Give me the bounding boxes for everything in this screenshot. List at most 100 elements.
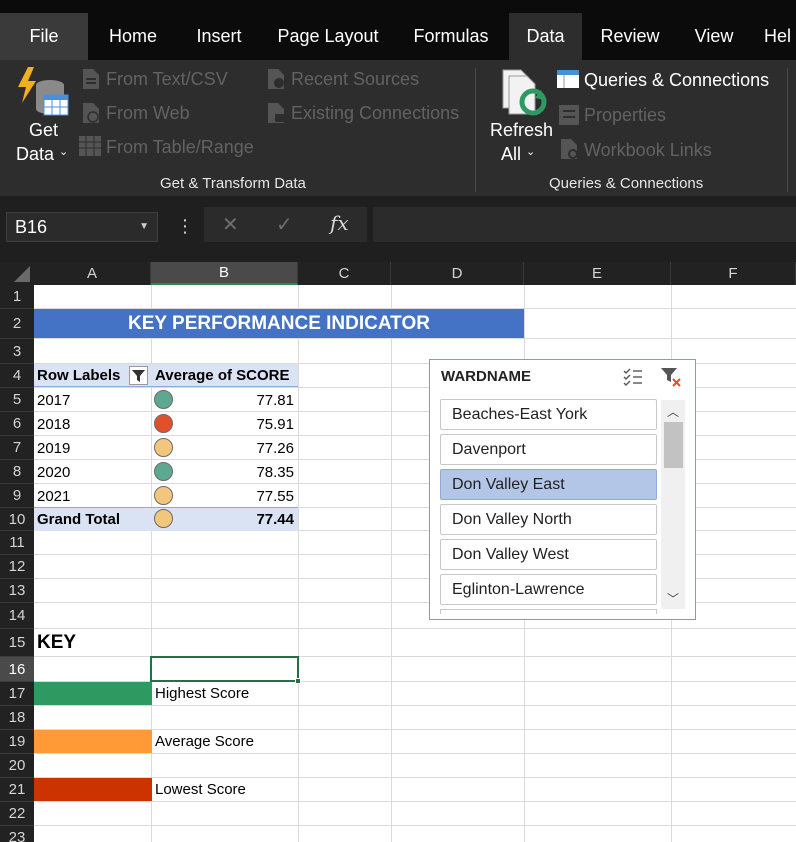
select-all-corner[interactable]	[0, 262, 34, 285]
pivot-row-label[interactable]: 2019	[37, 437, 70, 460]
column-header-f[interactable]: F	[671, 262, 796, 285]
key-title[interactable]: KEY	[37, 632, 76, 654]
get-data-icon[interactable]	[14, 65, 70, 123]
column-header-d[interactable]: D	[391, 262, 524, 285]
slicer-item[interactable]: Don Valley North	[440, 504, 657, 535]
wardname-slicer[interactable]: WARDNAME Beaches-East York Davenport Don…	[429, 359, 696, 620]
row-header-11[interactable]: 11	[0, 531, 34, 555]
row-header-19[interactable]: 19	[0, 730, 34, 754]
row-header-22[interactable]: 22	[0, 802, 34, 826]
row-header-9[interactable]: 9	[0, 484, 34, 508]
column-header-c[interactable]: C	[298, 262, 391, 285]
row-header-4[interactable]: 4	[0, 364, 34, 388]
row-header-10[interactable]: 10	[0, 508, 34, 531]
get-data-dropdown-chevron-icon[interactable]: ⌄	[59, 145, 68, 158]
refresh-all-label-1[interactable]: Refresh	[490, 120, 553, 141]
fill-handle[interactable]	[295, 678, 301, 684]
key-label-average[interactable]: Average Score	[155, 730, 254, 753]
tab-review[interactable]: Review	[592, 13, 668, 60]
slicer-item[interactable]: Don Valley West	[440, 539, 657, 570]
row-header-17[interactable]: 17	[0, 682, 34, 706]
kpi-banner[interactable]: KEY PERFORMANCE INDICATOR	[34, 309, 524, 338]
from-table-range-button[interactable]: From Table/Range	[106, 137, 254, 158]
pivot-grand-total-label[interactable]: Grand Total	[34, 507, 151, 531]
status-indicator-icon	[154, 509, 173, 528]
from-text-csv-button[interactable]: From Text/CSV	[106, 69, 228, 90]
active-cell-b16[interactable]	[150, 656, 299, 682]
key-label-highest[interactable]: Highest Score	[155, 682, 249, 705]
tab-home[interactable]: Home	[93, 13, 173, 60]
pivot-row-value[interactable]: 77.55	[151, 485, 294, 508]
formula-input[interactable]	[373, 207, 796, 242]
row-header-16[interactable]: 16	[0, 657, 34, 682]
slicer-item-selected[interactable]: Don Valley East	[440, 469, 657, 500]
row-header-15[interactable]: 15	[0, 629, 34, 657]
pivot-row-value[interactable]: 75.91	[151, 413, 294, 436]
pivot-row-label[interactable]: 2018	[37, 413, 70, 436]
refresh-all-label-2[interactable]: All	[501, 144, 521, 165]
recent-sources-button[interactable]: Recent Sources	[291, 69, 419, 90]
pivot-filter-button[interactable]	[129, 366, 148, 385]
column-header-e[interactable]: E	[524, 262, 671, 285]
column-header-b[interactable]: B	[151, 262, 298, 285]
row-header-8[interactable]: 8	[0, 460, 34, 484]
tab-help[interactable]: Hel	[764, 13, 796, 60]
enter-icon[interactable]: ✓	[276, 212, 293, 237]
get-data-label-2[interactable]: Data	[16, 144, 54, 165]
row-header-7[interactable]: 7	[0, 436, 34, 460]
name-box[interactable]: B16 ▼	[6, 212, 158, 242]
get-data-label-1[interactable]: Get	[29, 120, 58, 141]
pivot-row-label[interactable]: 2017	[37, 389, 70, 412]
row-header-13[interactable]: 13	[0, 579, 34, 603]
slicer-item[interactable]: Eglinton-Lawrence	[440, 574, 657, 605]
pivot-row-value[interactable]: 77.81	[151, 389, 294, 412]
refresh-all-icon[interactable]	[497, 68, 549, 120]
slicer-scrollbar[interactable]: ︿ ﹀	[661, 400, 685, 609]
row-header-1[interactable]: 1	[0, 285, 34, 309]
pivot-row-value[interactable]: 77.26	[151, 437, 294, 460]
scroll-thumb[interactable]	[664, 422, 683, 468]
row-header-14[interactable]: 14	[0, 603, 34, 629]
tab-data[interactable]: Data	[509, 13, 582, 60]
column-header-a[interactable]: A	[34, 262, 151, 285]
multi-select-icon[interactable]	[622, 367, 644, 387]
key-swatch-lowest[interactable]	[34, 778, 152, 801]
pivot-row-value[interactable]: 78.35	[151, 461, 294, 484]
row-header-3[interactable]: 3	[0, 339, 34, 364]
row-header-5[interactable]: 5	[0, 388, 34, 412]
insert-function-icon[interactable]: fx	[330, 211, 349, 235]
slicer-item[interactable]: Davenport	[440, 434, 657, 465]
tab-insert[interactable]: Insert	[183, 13, 255, 60]
slicer-item[interactable]: Beaches-East York	[440, 399, 657, 430]
scroll-up-icon[interactable]: ︿	[667, 403, 679, 420]
row-header-20[interactable]: 20	[0, 754, 34, 778]
scroll-down-icon[interactable]: ﹀	[667, 590, 679, 607]
workbook-links-button[interactable]: Workbook Links	[584, 140, 712, 161]
row-header-6[interactable]: 6	[0, 412, 34, 436]
properties-button[interactable]: Properties	[584, 105, 666, 126]
tab-view[interactable]: View	[684, 13, 744, 60]
key-label-lowest[interactable]: Lowest Score	[155, 778, 246, 801]
key-swatch-average[interactable]	[34, 730, 152, 753]
pivot-grand-total-value[interactable]: 77.44	[151, 507, 298, 531]
tab-page-layout[interactable]: Page Layout	[268, 13, 388, 60]
row-header-2[interactable]: 2	[0, 309, 34, 339]
row-header-18[interactable]: 18	[0, 706, 34, 730]
row-header-21[interactable]: 21	[0, 778, 34, 802]
queries-connections-button[interactable]: Queries & Connections	[584, 70, 769, 91]
cancel-icon[interactable]: ✕	[222, 212, 239, 237]
refresh-dropdown-chevron-icon[interactable]: ⌄	[526, 145, 535, 158]
pivot-header-average-score[interactable]: Average of SCORE	[151, 364, 298, 387]
pivot-row-label[interactable]: 2020	[37, 461, 70, 484]
more-options-icon[interactable]: ⋮	[176, 216, 194, 237]
from-web-button[interactable]: From Web	[106, 103, 190, 124]
clear-filter-icon[interactable]	[660, 366, 682, 388]
pivot-row-label[interactable]: 2021	[37, 485, 70, 508]
tab-formulas[interactable]: Formulas	[402, 13, 500, 60]
name-box-dropdown-icon[interactable]: ▼	[139, 221, 149, 232]
row-header-23[interactable]: 23	[0, 826, 34, 842]
row-header-12[interactable]: 12	[0, 555, 34, 579]
tab-file[interactable]: File	[0, 13, 88, 60]
existing-connections-button[interactable]: Existing Connections	[291, 103, 459, 124]
key-swatch-highest[interactable]	[34, 682, 152, 705]
